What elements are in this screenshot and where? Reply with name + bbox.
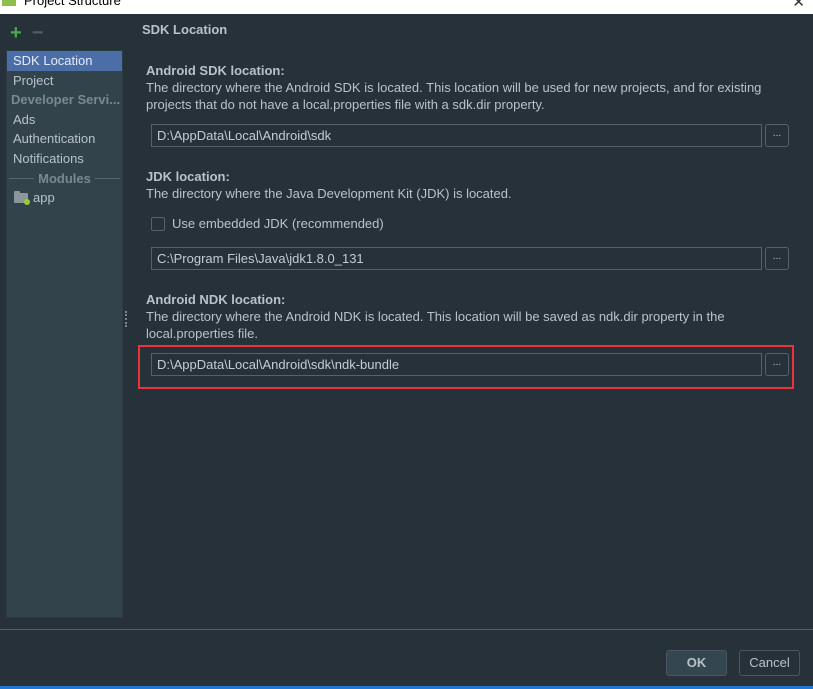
module-folder-icon: [14, 190, 30, 205]
sidebar-toolbar: + −: [10, 22, 44, 44]
ok-button[interactable]: OK: [666, 650, 727, 676]
project-structure-dialog: + − SDK Location Project Developer Servi…: [0, 14, 813, 689]
footer-divider: [0, 629, 813, 630]
modules-label: Modules: [38, 170, 91, 186]
use-embedded-jdk-label: Use embedded JDK (recommended): [172, 216, 384, 231]
ndk-section-description: The directory where the Android NDK is l…: [146, 309, 725, 341]
sidebar-group-developer-services: Developer Servi...: [11, 92, 121, 108]
sidebar-item-sdk-location[interactable]: SDK Location: [7, 51, 122, 71]
sidebar-item-ads[interactable]: Ads: [7, 110, 122, 130]
sdk-section-title: Android SDK location:: [146, 63, 285, 78]
sidebar-item-authentication[interactable]: Authentication: [7, 129, 122, 149]
separator-line: [94, 177, 121, 179]
jdk-section-title: JDK location:: [146, 169, 230, 184]
android-module-dot-icon: [24, 198, 30, 205]
remove-icon: −: [31, 22, 44, 44]
sdk-location-input[interactable]: [151, 124, 762, 147]
add-icon[interactable]: +: [10, 23, 22, 43]
use-embedded-jdk-checkbox[interactable]: [151, 216, 165, 231]
use-embedded-jdk-checkbox-row[interactable]: Use embedded JDK (recommended): [151, 216, 384, 231]
window-title: Project Structure: [24, 0, 121, 8]
separator-line: [9, 177, 35, 179]
close-icon[interactable]: ✕: [792, 0, 805, 11]
sidebar-item-project[interactable]: Project: [7, 71, 122, 91]
sidebar: SDK Location Project Developer Servi... …: [6, 50, 123, 618]
jdk-browse-button[interactable]: ...: [765, 247, 789, 270]
sdk-section-description: The directory where the Android SDK is l…: [146, 80, 762, 112]
sdk-browse-button[interactable]: ...: [765, 124, 789, 147]
title-bar: Project Structure ✕: [0, 0, 813, 14]
ndk-highlight-annotation: [138, 345, 794, 389]
jdk-section-description: The directory where the Java Development…: [146, 186, 512, 201]
modules-separator: Modules: [7, 169, 122, 189]
page-title: SDK Location: [142, 22, 228, 37]
cancel-button[interactable]: Cancel: [739, 650, 800, 676]
sidebar-item-notifications[interactable]: Notifications: [7, 149, 122, 169]
jdk-location-input[interactable]: [151, 247, 762, 270]
splitter-handle[interactable]: [125, 311, 128, 327]
module-label: app: [33, 190, 55, 206]
ndk-section-title: Android NDK location:: [146, 292, 286, 307]
android-studio-icon: [2, 0, 16, 6]
sidebar-item-app[interactable]: app: [7, 188, 122, 208]
